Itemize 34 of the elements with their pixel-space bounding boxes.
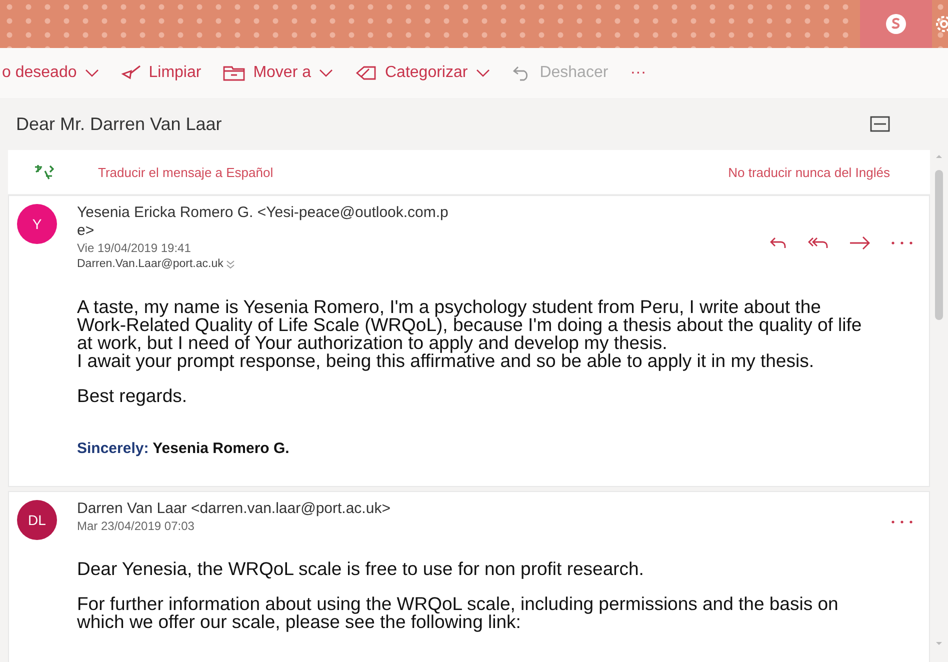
recipient: Darren.Van.Laar@port.ac.uk	[77, 257, 224, 272]
more-icon[interactable]	[891, 520, 913, 524]
message-paragraph: A taste, my name is Yesenia Romero, I'm a psychology student from Peru, I write about the Work-Related Quality of Life Scale (WRQoL), because I'm doing a thesis about the quality of life at work, but I need of Your authorization to apply and develop my thesis. I await your prompt response, being this affirmative and so be able to apply it in my thesis.	[77, 298, 863, 370]
tag-icon	[355, 65, 377, 81]
message-date: Mar 23/04/2019 07:03	[77, 518, 196, 534]
toolbar-button[interactable]: o deseado	[2, 64, 99, 82]
more-button[interactable]: ···	[630, 64, 646, 82]
signature-name: Yesenia Romero G.	[152, 440, 290, 457]
chevron-icon	[319, 69, 333, 77]
never-translate-link[interactable]: No traducir nunca del Inglés	[728, 164, 890, 180]
forward-icon[interactable]	[849, 236, 871, 250]
signature-label: Sincerely:	[77, 440, 149, 457]
window-icon[interactable]	[870, 116, 890, 132]
toolbar-button[interactable]: Mover a	[223, 64, 333, 82]
toolbar-button[interactable]: Limpiar	[120, 64, 202, 82]
toolbar-button[interactable]: Categorizar	[355, 64, 490, 82]
chevron-icon	[476, 69, 490, 77]
avatar: Y	[17, 204, 57, 244]
more-icon[interactable]	[891, 241, 913, 245]
message-date: Vie 19/04/2019 19:41	[77, 240, 192, 256]
chevron-icon	[84, 69, 99, 77]
expand-icon[interactable]	[226, 260, 236, 268]
sender-name: Darren Van Laar <darren.van.laar@port.ac.uk>	[77, 500, 392, 518]
avatar: DL	[17, 500, 57, 540]
message-paragraph: Dear Yenesia, the WRQoL scale is free to use for non profit research.	[77, 560, 645, 578]
message-paragraph: Best regards.	[77, 387, 188, 405]
subject-title: Dear Mr. Darren Van Laar	[16, 114, 222, 134]
translate-link[interactable]: Traducir el mensaje a Español	[98, 164, 728, 180]
reply-all-icon[interactable]	[807, 236, 829, 250]
message-paragraph: For further information about using the WRQoL scale, including permissions and the basis on which we offer our scale, please see the following link:	[77, 595, 840, 631]
sender-name: Yesenia Ericka Romero G. <Yesi-peace@outlook.com.pe>	[77, 204, 449, 240]
folder-icon	[223, 65, 246, 81]
reply-icon[interactable]	[769, 236, 787, 250]
skype-icon[interactable]	[885, 13, 907, 35]
